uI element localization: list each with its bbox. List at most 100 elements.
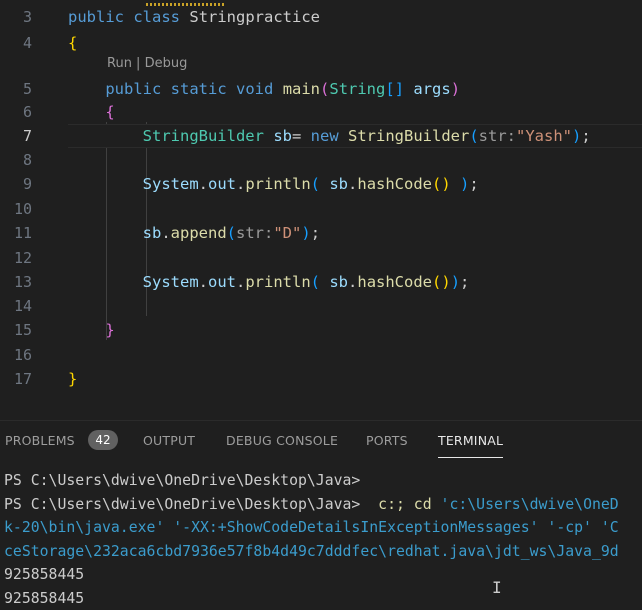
terminal-output-line: 925858445 bbox=[4, 587, 642, 610]
code-token: . bbox=[348, 273, 357, 291]
tab-terminal[interactable]: TERMINAL bbox=[438, 433, 503, 448]
code-text: public class Stringpractice bbox=[68, 5, 320, 29]
line-number: 15 bbox=[0, 318, 32, 342]
code-token: System bbox=[68, 175, 199, 193]
codelens-run-debug[interactable]: Run | Debug bbox=[107, 56, 187, 71]
code-line[interactable]: 8 bbox=[0, 148, 642, 172]
code-line[interactable]: 16 bbox=[0, 343, 642, 367]
code-line[interactable]: 3public class Stringpractice bbox=[0, 5, 642, 29]
terminal-line: k-20\bin\java.exe' '-XX:+ShowCodeDetails… bbox=[4, 516, 642, 540]
code-token: ; bbox=[581, 127, 590, 145]
line-number: 9 bbox=[0, 172, 32, 196]
code-text: System.out.println( sb.hashCode()); bbox=[68, 270, 469, 294]
code-token: sb bbox=[273, 127, 292, 145]
code-editor[interactable]: Run | Debug 3public class Stringpractice… bbox=[0, 0, 642, 420]
code-text: } bbox=[68, 367, 77, 391]
code-line[interactable]: 17} bbox=[0, 367, 642, 391]
code-token: System bbox=[68, 273, 199, 291]
code-line[interactable]: 11 sb.append(str:"D"); bbox=[0, 221, 642, 245]
code-text: } bbox=[68, 318, 115, 342]
code-token bbox=[273, 80, 282, 98]
code-line[interactable]: 9 System.out.println( sb.hashCode() ); bbox=[0, 172, 642, 196]
code-token bbox=[227, 80, 236, 98]
code-token: ( bbox=[469, 127, 478, 145]
terminal-line: ceStorage\232aca6cbd7936e57f8b4d49c7dddf… bbox=[4, 540, 642, 564]
code-token: ) bbox=[301, 224, 310, 242]
code-token: args bbox=[413, 80, 450, 98]
code-token: [] bbox=[385, 80, 404, 98]
code-line[interactable]: 6 { bbox=[0, 100, 642, 124]
code-token: } bbox=[68, 321, 115, 339]
code-token: str: bbox=[479, 127, 516, 145]
code-token: = bbox=[292, 127, 311, 145]
line-number: 7 bbox=[0, 124, 32, 148]
terminal-line: PS C:\Users\dwive\OneDrive\Desktop\Java> bbox=[4, 469, 642, 493]
code-token bbox=[180, 8, 189, 26]
code-token: . bbox=[161, 224, 170, 242]
code-token: () bbox=[432, 273, 451, 291]
terminal-command-string: '-XX:+ShowCodeDetailsInExceptionMessages… bbox=[173, 519, 618, 536]
code-line[interactable]: 10 bbox=[0, 197, 642, 221]
code-line[interactable]: 5 public static void main(String[] args) bbox=[0, 77, 642, 101]
code-token: ( bbox=[311, 175, 320, 193]
code-token: "Yash" bbox=[516, 127, 572, 145]
panel-tabs: PROBLEMS 42 OUTPUT DEBUG CONSOLE PORTS T… bbox=[0, 421, 642, 461]
terminal-command-string: k-20\bin\java.exe' bbox=[4, 519, 173, 536]
code-token bbox=[339, 127, 348, 145]
code-token: void bbox=[236, 80, 273, 98]
code-line[interactable]: 14 bbox=[0, 294, 642, 318]
code-token: sb bbox=[320, 175, 348, 193]
code-token: append bbox=[171, 224, 227, 242]
code-token: . bbox=[236, 273, 245, 291]
code-token: new bbox=[311, 127, 339, 145]
code-token: ) bbox=[451, 80, 460, 98]
terminal-command: cd bbox=[414, 496, 441, 513]
code-token: sb bbox=[320, 273, 348, 291]
code-line[interactable]: 12 bbox=[0, 246, 642, 270]
line-number: 16 bbox=[0, 343, 32, 367]
code-token: ; bbox=[311, 224, 320, 242]
code-token: . bbox=[348, 175, 357, 193]
code-text: public static void main(String[] args) bbox=[68, 77, 460, 101]
terminal-command: c:; bbox=[369, 496, 414, 513]
tab-problems[interactable]: PROBLEMS bbox=[5, 433, 75, 448]
line-number: 8 bbox=[0, 148, 32, 172]
code-line[interactable]: 15 } bbox=[0, 318, 642, 342]
terminal-command-string: 'c:\Users\dwive\OneD bbox=[441, 496, 619, 513]
line-number: 4 bbox=[0, 31, 32, 55]
code-token bbox=[264, 127, 273, 145]
code-token: "D" bbox=[273, 224, 301, 242]
terminal-line: PS C:\Users\dwive\OneDrive\Desktop\Java>… bbox=[4, 493, 642, 517]
code-token: () bbox=[432, 175, 451, 193]
code-token: ( bbox=[227, 224, 236, 242]
code-token: out bbox=[208, 175, 236, 193]
tab-debug-console[interactable]: DEBUG CONSOLE bbox=[226, 433, 338, 448]
code-text: StringBuilder sb= new StringBuilder(str:… bbox=[68, 124, 591, 148]
code-token: . bbox=[199, 273, 208, 291]
code-token: . bbox=[236, 175, 245, 193]
code-token: { bbox=[68, 34, 77, 52]
code-text: sb.append(str:"D"); bbox=[68, 221, 320, 245]
code-token: { bbox=[68, 103, 115, 121]
code-token: ; bbox=[469, 175, 478, 193]
code-token: StringBuilder bbox=[68, 127, 264, 145]
terminal-output-line: 925858445 bbox=[4, 563, 642, 587]
code-token bbox=[124, 8, 133, 26]
code-token: sb bbox=[68, 224, 161, 242]
code-text: System.out.println( sb.hashCode() ); bbox=[68, 172, 479, 196]
code-token: str: bbox=[236, 224, 273, 242]
code-token: ) bbox=[572, 127, 581, 145]
code-token: println bbox=[245, 175, 310, 193]
code-token: class bbox=[133, 8, 180, 26]
line-number: 5 bbox=[0, 77, 32, 101]
code-token: . bbox=[199, 175, 208, 193]
tab-ports[interactable]: PORTS bbox=[366, 433, 408, 448]
code-token: public bbox=[68, 80, 161, 98]
code-line[interactable]: 7 StringBuilder sb= new StringBuilder(st… bbox=[0, 124, 642, 148]
code-line[interactable]: 4{ bbox=[0, 31, 642, 55]
tab-output[interactable]: OUTPUT bbox=[143, 433, 195, 448]
code-token: String bbox=[329, 80, 385, 98]
code-token: static bbox=[171, 80, 227, 98]
code-line[interactable]: 13 System.out.println( sb.hashCode()); bbox=[0, 270, 642, 294]
terminal-output[interactable]: PS C:\Users\dwive\OneDrive\Desktop\Java>… bbox=[4, 469, 642, 610]
